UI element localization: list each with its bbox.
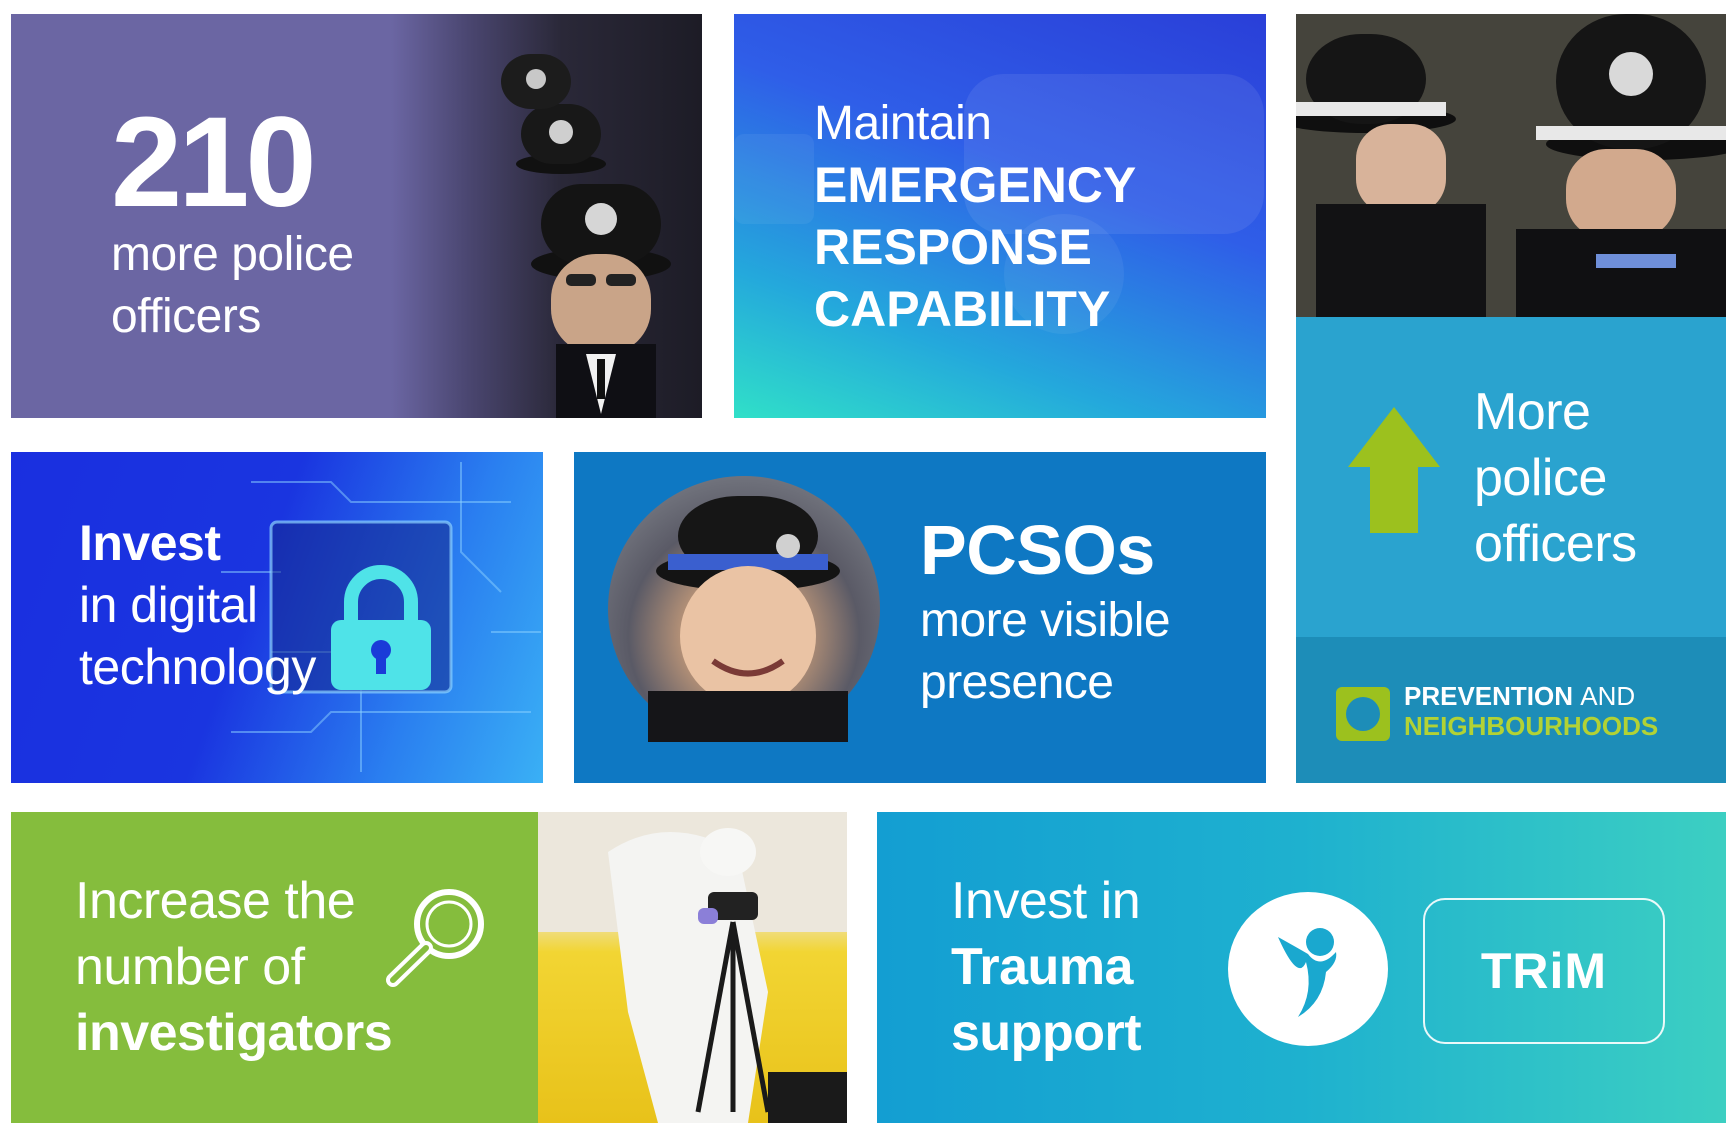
digital-caption-line2: technology — [79, 639, 316, 695]
forensic-photo — [538, 812, 847, 1123]
trauma-line3: support — [951, 1004, 1142, 1062]
up-arrow-icon — [1348, 407, 1440, 533]
person-icon — [1228, 892, 1388, 1046]
investigators-line3: investigators — [75, 1004, 393, 1062]
prevention-banner: PREVENTION AND NEIGHBOURHOODS — [1296, 637, 1726, 783]
emergency-heading: EMERGENCY RESPONSE CAPABILITY — [814, 154, 1136, 340]
officers-caption-line1: more police — [111, 228, 354, 281]
police-officers-photo — [1296, 14, 1726, 317]
emergency-tile: Maintain EMERGENCY RESPONSE CAPABILITY — [734, 14, 1266, 418]
pcso-photo — [608, 476, 880, 751]
officers-photo — [391, 14, 702, 418]
trauma-text: Invest in Trauma support — [951, 868, 1142, 1066]
digital-caption: in digital technology — [79, 574, 316, 698]
digital-heading: Invest — [79, 515, 221, 571]
investigators-text: Increase the number of investigators — [75, 868, 393, 1066]
investigators-line2: number of — [75, 938, 305, 996]
investigators-tile: Increase the number of investigators — [11, 812, 847, 1123]
trim-badge: TRiM — [1423, 898, 1665, 1044]
padlock-icon — [331, 565, 431, 690]
officers-caption: more police officers — [111, 224, 354, 348]
magnifier-icon — [386, 889, 484, 987]
officers-caption-line2: officers — [111, 290, 261, 343]
pcsos-heading: PCSOs — [920, 511, 1155, 589]
prevention-word: PREVENTION — [1404, 681, 1574, 711]
trauma-line2: Trauma — [951, 938, 1133, 996]
trauma-tile: Invest in Trauma support TRiM — [877, 812, 1726, 1123]
pcsos-caption-line2: presence — [920, 656, 1114, 709]
digital-tile: Invest in digital technology — [11, 452, 543, 783]
trauma-line1: Invest in — [951, 872, 1141, 930]
digital-caption-line1: in digital — [79, 577, 258, 633]
more-officers-line1: More — [1474, 383, 1591, 441]
more-officers-line3: officers — [1474, 515, 1637, 573]
emergency-line1: Maintain — [814, 97, 992, 150]
pcsos-caption: more visible presence — [920, 590, 1171, 714]
more-officers-tile: More police officers — [1296, 317, 1726, 637]
emergency-heading-line2: RESPONSE — [814, 219, 1092, 275]
officers-tile: 210 more police officers — [11, 14, 702, 418]
prevention-and: AND — [1580, 681, 1636, 711]
officers-number: 210 — [111, 91, 317, 234]
investigators-line1: Increase the — [75, 872, 356, 930]
more-officers-line2: police — [1474, 449, 1607, 507]
neighbourhoods-word: NEIGHBOURHOODS — [1404, 711, 1659, 741]
pcsos-caption-line1: more visible — [920, 594, 1171, 647]
prevention-logo-icon — [1336, 687, 1390, 741]
pcsos-tile: PCSOs more visible presence — [574, 452, 1266, 783]
prevention-line1: PREVENTION AND — [1404, 681, 1635, 712]
more-officers-text: More police officers — [1474, 379, 1637, 577]
emergency-heading-line3: CAPABILITY — [814, 281, 1111, 337]
emergency-heading-line1: EMERGENCY — [814, 157, 1137, 213]
